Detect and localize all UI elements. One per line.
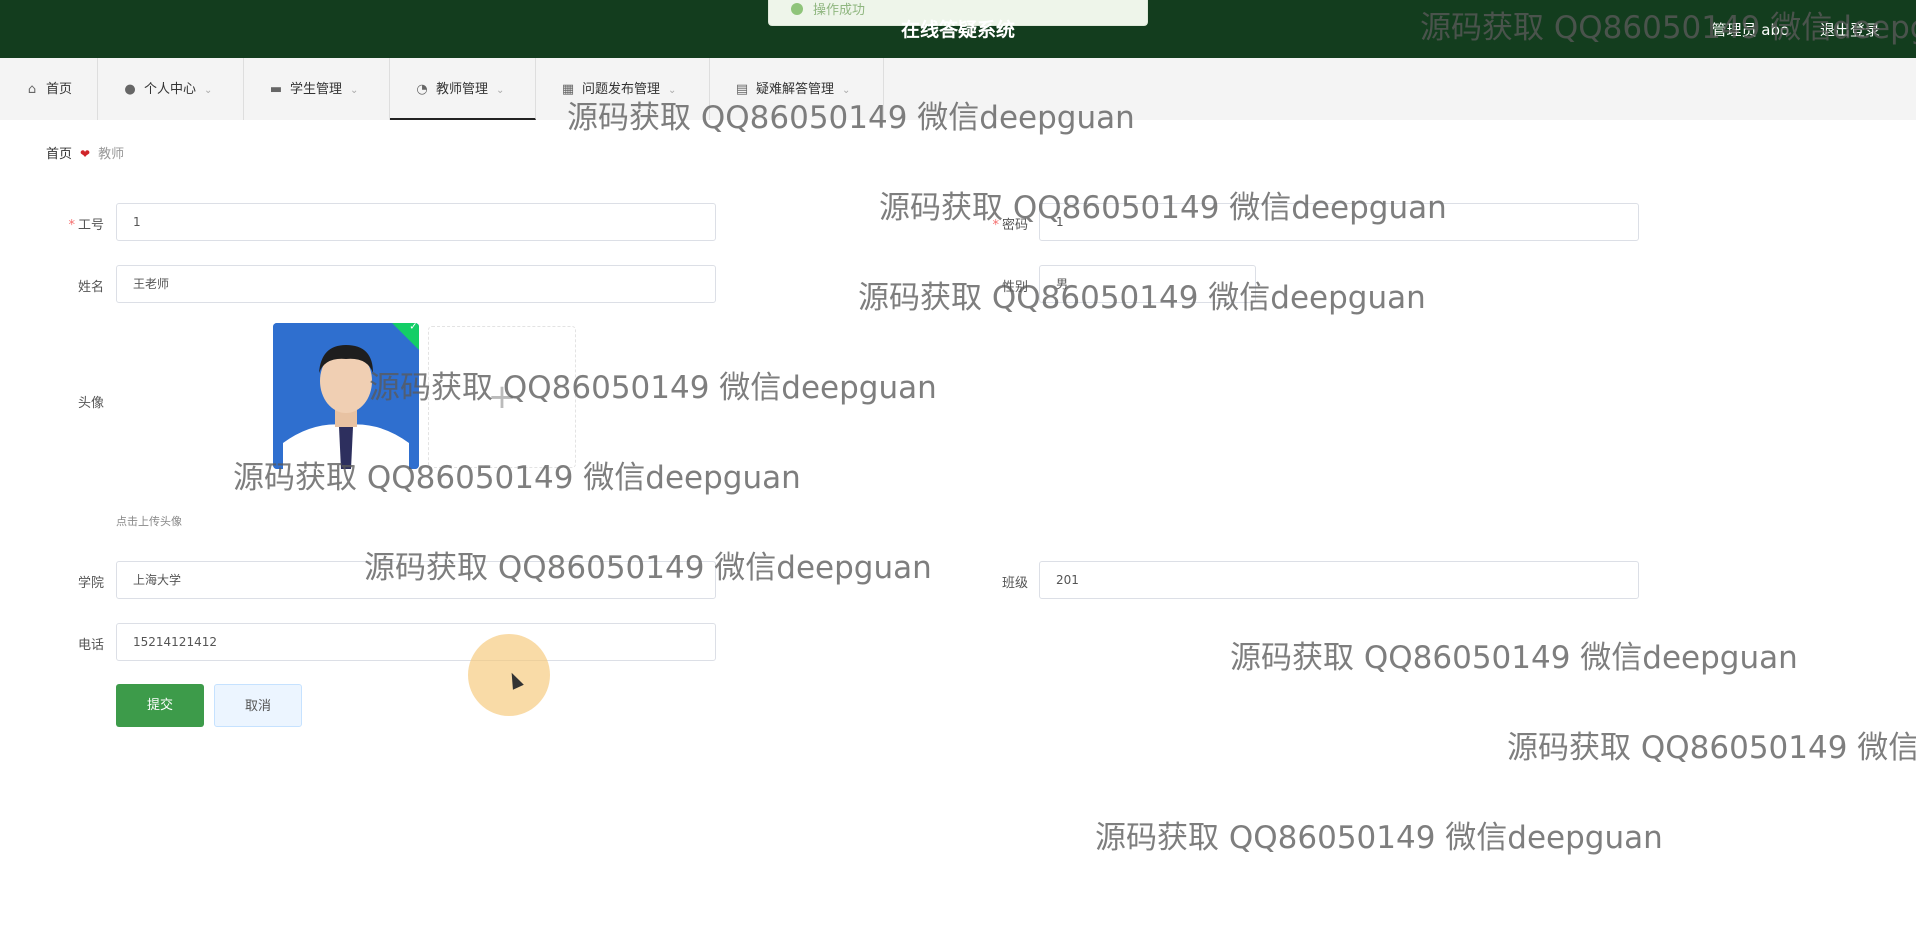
nav-label: 首页 (46, 82, 73, 97)
toast-text: 操作成功 (813, 3, 866, 18)
college-input[interactable]: 上海大学 (116, 561, 716, 599)
success-toast: 操作成功 (768, 0, 1148, 26)
submit-button[interactable]: 提交 (116, 684, 204, 727)
password-label: * 密码 (948, 214, 1028, 233)
gender-select[interactable]: 男 (1039, 265, 1256, 303)
chevron-down-icon: ⌄ (204, 85, 213, 96)
phone-label: 电话 (77, 638, 104, 653)
nav-item-teacher-management[interactable]: ◔ 教师管理 ⌄ (390, 58, 536, 120)
nav-item-personal-center[interactable]: ● 个人中心 ⌄ (98, 58, 244, 120)
logout-link[interactable]: 退出登录 (1820, 21, 1880, 39)
id-label: * 工号 (24, 214, 104, 233)
chevron-down-icon: ⌄ (668, 85, 677, 96)
breadcrumb-home[interactable]: 首页 (46, 147, 72, 162)
upload-tip: 点击上传头像 (116, 515, 182, 528)
top-bar: 操作成功 在线答疑系统 管理员 abo 退出登录 (0, 0, 1916, 58)
nav-item-question-management[interactable]: ▦ 问题发布管理 ⌄ (536, 58, 710, 120)
nav-label: 个人中心 (144, 82, 197, 97)
nav-label: 疑难解答管理 (756, 82, 835, 97)
name-label: 姓名 (77, 280, 104, 295)
nav-item-home[interactable]: ⌂ 首页 (0, 58, 98, 120)
password-input[interactable]: 1 (1039, 203, 1639, 241)
plus-icon: + (487, 377, 517, 417)
id-input[interactable]: 1 (116, 203, 716, 241)
heart-icon: ❤ (80, 147, 91, 161)
success-icon (791, 3, 803, 15)
upload-add-button[interactable]: + (428, 326, 576, 468)
nav-item-student-management[interactable]: ▬ 学生管理 ⌄ (244, 58, 390, 120)
user-icon: ● (124, 82, 136, 97)
clipboard-icon: ▤ (735, 82, 749, 97)
name-input[interactable]: 王老师 (116, 265, 716, 303)
chevron-down-icon: ⌄ (496, 85, 505, 96)
class-input[interactable]: 201 (1039, 561, 1639, 599)
breadcrumb-current: 教师 (98, 147, 125, 162)
nav-item-answer-management[interactable]: ▤ 疑难解答管理 ⌄ (710, 58, 884, 120)
gauge-icon: ◔ (416, 82, 428, 97)
avatar-label: 头像 (77, 396, 104, 411)
watermark: 源码获取 QQ86050149 微信deepguan (1095, 820, 1663, 856)
check-icon: ✓ (409, 323, 418, 333)
required-mark: * (68, 218, 75, 233)
chevron-down-icon: ⌄ (842, 85, 851, 96)
id-label-text: 工号 (77, 218, 104, 233)
briefcase-icon: ▬ (269, 82, 283, 97)
nav-label: 教师管理 (436, 82, 489, 97)
chevron-down-icon: ⌄ (350, 85, 359, 96)
home-icon: ⌂ (27, 82, 37, 97)
phone-input[interactable]: 15214121412 (116, 623, 716, 661)
breadcrumb: 首页 ❤ 教师 (24, 128, 1892, 180)
nav-label: 学生管理 (290, 82, 343, 97)
avatar-portrait (273, 323, 419, 469)
class-label: 班级 (1001, 576, 1028, 591)
current-user: 管理员 abo (1711, 21, 1790, 39)
grid-icon: ▦ (561, 82, 575, 97)
gender-label: 性别 (1001, 280, 1028, 295)
user-area: 管理员 abo 退出登录 (1712, 0, 1916, 60)
avatar-image[interactable]: ✓ (273, 323, 419, 469)
password-label-text: 密码 (1001, 218, 1028, 233)
cancel-button[interactable]: 取消 (214, 684, 302, 727)
college-label: 学院 (77, 576, 104, 591)
nav-label: 问题发布管理 (582, 82, 661, 97)
required-mark: * (992, 218, 999, 233)
main-nav: ⌂ 首页 ● 个人中心 ⌄ ▬ 学生管理 ⌄ ◔ 教师管理 ⌄ ▦ 问题发布管理 ⌄ ▤ 疑难解答管… (0, 58, 1916, 120)
